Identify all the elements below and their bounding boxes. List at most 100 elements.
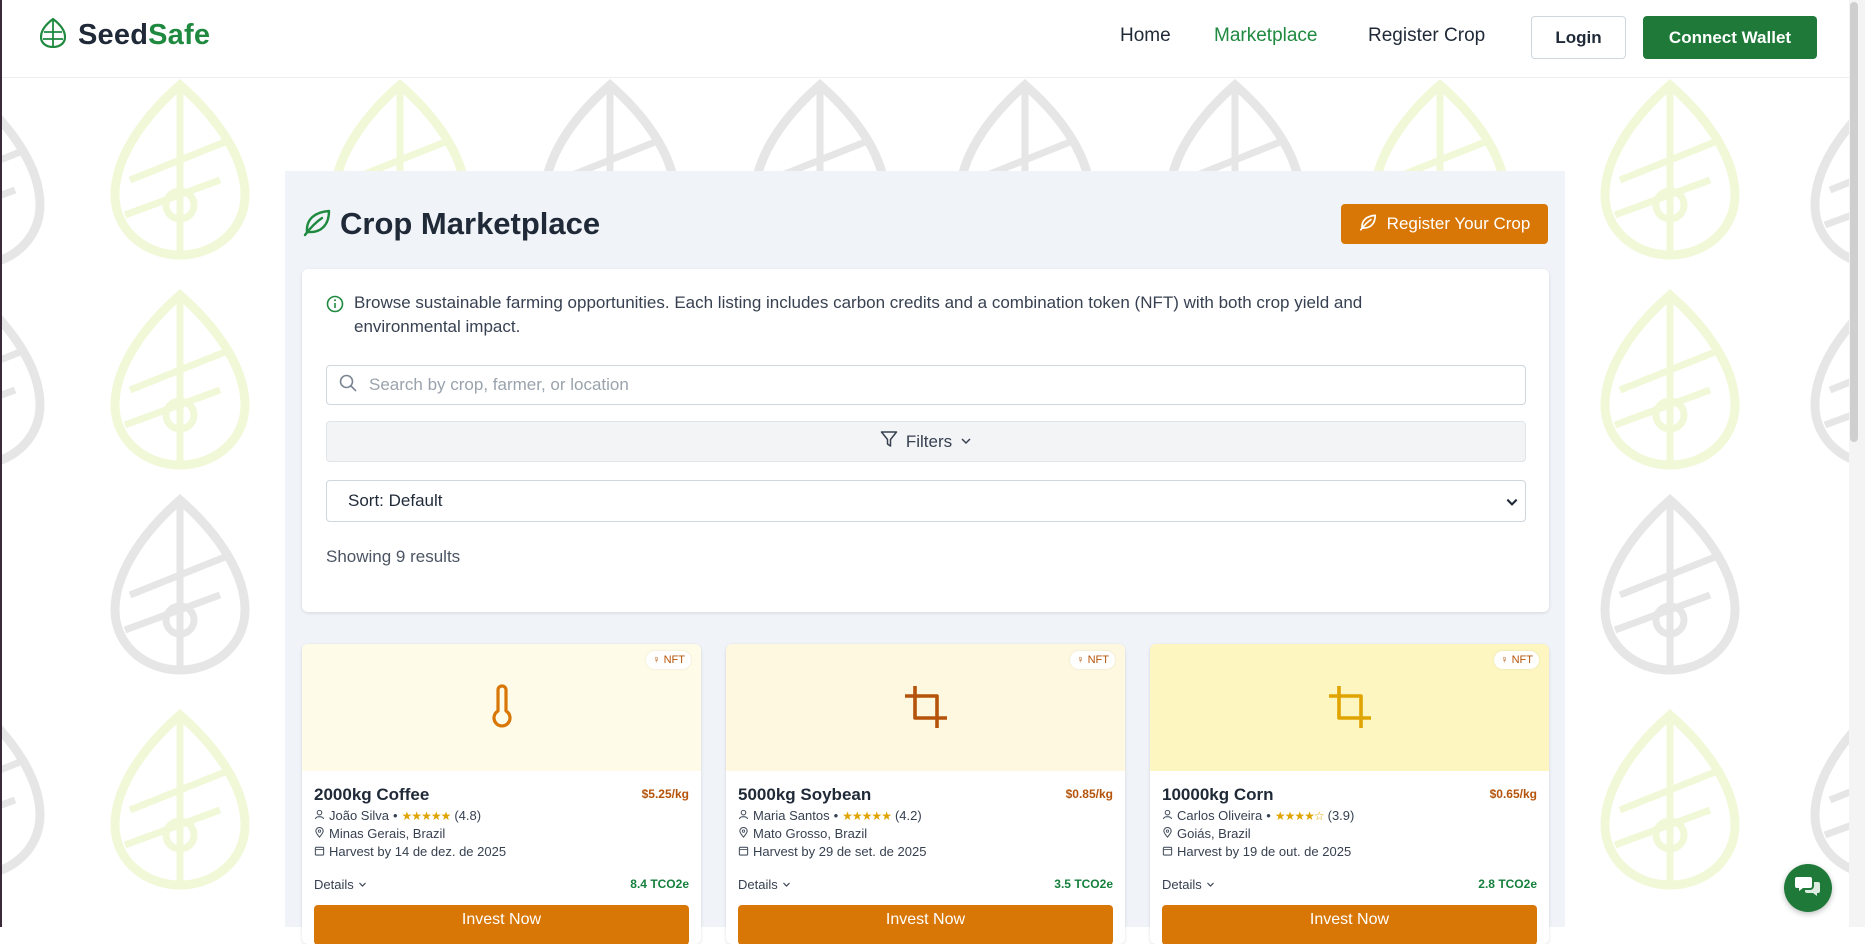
user-icon bbox=[738, 808, 749, 823]
brand-name-safe: Safe bbox=[148, 19, 211, 51]
crop-icon bbox=[1327, 684, 1373, 735]
crop-listing-card[interactable]: ♀ NFT 5000kg Soybean $0.85/kg Maria Santo… bbox=[726, 644, 1125, 944]
page-scrollbar-thumb[interactable] bbox=[1850, 2, 1858, 442]
login-button[interactable]: Login bbox=[1531, 16, 1626, 59]
listing-title: 2000kg Coffee bbox=[314, 785, 430, 804]
rating-value: (4.8) bbox=[454, 808, 482, 823]
brand-name-seed: Seed bbox=[78, 19, 149, 51]
invest-now-button[interactable]: Invest Now bbox=[1162, 905, 1537, 944]
leaf-icon bbox=[1359, 213, 1377, 236]
rating-value: (3.9) bbox=[1327, 808, 1355, 823]
invest-now-button[interactable]: Invest Now bbox=[738, 905, 1113, 944]
carbon-credits: 8.4 TCO2e bbox=[630, 877, 689, 891]
listing-harvest-date: Harvest by 19 de out. de 2025 bbox=[1177, 844, 1352, 859]
nft-badge: ♀ NFT bbox=[1070, 651, 1115, 669]
listing-title: 10000kg Corn bbox=[1162, 785, 1274, 804]
listing-image-area: ♀ NFT bbox=[1150, 644, 1549, 771]
window-edge bbox=[0, 0, 2, 927]
info-icon bbox=[326, 295, 344, 339]
crop-listing-card[interactable]: ♀ NFT 2000kg Coffee $5.25/kg João Silva •… bbox=[302, 644, 701, 944]
listing-location-row: Goiás, Brazil bbox=[1162, 826, 1251, 841]
chevron-down-icon bbox=[782, 877, 791, 892]
nav-link-home[interactable]: Home bbox=[1120, 25, 1171, 47]
rating-stars: ★★★★☆ bbox=[1274, 808, 1325, 823]
thermometer-icon bbox=[479, 684, 525, 735]
listing-image-area: ♀ NFT bbox=[302, 644, 701, 771]
chevron-down-icon bbox=[358, 877, 367, 892]
calendar-icon bbox=[314, 844, 325, 859]
map-pin-icon bbox=[738, 826, 749, 841]
search-input[interactable] bbox=[367, 374, 1491, 396]
connect-wallet-button[interactable]: Connect Wallet bbox=[1643, 16, 1817, 59]
rating-stars: ★★★★★ bbox=[842, 808, 892, 823]
rating-stars: ★★★★★ bbox=[401, 808, 452, 823]
listing-farmer-row: Maria Santos • ★★★★★ (4.2) bbox=[738, 808, 922, 823]
carbon-credits: 2.8 TCO2e bbox=[1478, 877, 1537, 891]
chevron-down-icon bbox=[1206, 877, 1215, 892]
results-count: Showing 9 results bbox=[326, 547, 461, 566]
nft-badge: ♀ NFT bbox=[646, 651, 691, 669]
award-icon: ♀ bbox=[652, 654, 661, 666]
listing-farmer-row: João Silva • ★★★★★ (4.8) bbox=[314, 808, 481, 823]
listing-location: Minas Gerais, Brazil bbox=[329, 826, 446, 841]
listing-title: 5000kg Soybean bbox=[738, 785, 872, 804]
details-toggle[interactable]: Details bbox=[314, 877, 367, 892]
search-icon bbox=[339, 374, 357, 397]
brand-logo[interactable]: SeedSafe bbox=[39, 17, 211, 53]
nav-link-register-crop[interactable]: Register Crop bbox=[1368, 25, 1485, 47]
chevron-down-icon bbox=[960, 432, 972, 452]
register-your-crop-button[interactable]: Register Your Crop bbox=[1341, 204, 1548, 244]
details-toggle[interactable]: Details bbox=[738, 877, 791, 892]
farmer-name[interactable]: Maria Santos bbox=[753, 808, 830, 823]
marketplace-panel: Crop Marketplace Register Your Crop Brow… bbox=[285, 171, 1565, 944]
sort-select[interactable]: Sort: Default bbox=[326, 480, 1526, 522]
chat-button[interactable] bbox=[1784, 864, 1832, 912]
page-header: Crop Marketplace bbox=[302, 206, 600, 242]
top-navbar: SeedSafe Home Marketplace Register Crop … bbox=[0, 0, 1865, 78]
chevron-down-icon bbox=[1505, 494, 1519, 514]
rating-value: (4.2) bbox=[894, 808, 922, 823]
listing-price: $5.25/kg bbox=[641, 787, 689, 801]
filter-funnel-icon bbox=[880, 430, 898, 453]
listing-price: $0.85/kg bbox=[1065, 787, 1113, 801]
carbon-credits: 3.5 TCO2e bbox=[1054, 877, 1113, 891]
listing-harvest-row: Harvest by 29 de set. de 2025 bbox=[738, 844, 926, 859]
filters-label: Filters bbox=[905, 431, 953, 451]
listing-location-row: Minas Gerais, Brazil bbox=[314, 826, 445, 841]
crop-listing-card[interactable]: ♀ NFT 10000kg Corn $0.65/kg Carlos Olivei… bbox=[1150, 644, 1549, 944]
listing-harvest-date: Harvest by 14 de dez. de 2025 bbox=[329, 844, 507, 859]
farmer-name[interactable]: Carlos Oliveira bbox=[1177, 808, 1262, 823]
info-banner: Browse sustainable farming opportunities… bbox=[326, 291, 1466, 339]
award-icon: ♀ bbox=[1500, 654, 1509, 666]
leaf-globe-icon bbox=[39, 17, 67, 53]
listing-location-row: Mato Grosso, Brazil bbox=[738, 826, 867, 841]
search-filter-card: Browse sustainable farming opportunities… bbox=[302, 269, 1549, 612]
search-box[interactable] bbox=[326, 365, 1526, 405]
farmer-name[interactable]: João Silva bbox=[329, 808, 389, 823]
listing-farmer-row: Carlos Oliveira • ★★★★☆ (3.9) bbox=[1162, 808, 1354, 823]
page-title: Crop Marketplace bbox=[340, 206, 601, 241]
register-your-crop-label: Register Your Crop bbox=[1386, 214, 1531, 233]
calendar-icon bbox=[1162, 844, 1173, 859]
award-icon: ♀ bbox=[1076, 654, 1085, 666]
listing-location: Goiás, Brazil bbox=[1177, 826, 1251, 841]
listing-location: Mato Grosso, Brazil bbox=[753, 826, 868, 841]
calendar-icon bbox=[738, 844, 749, 859]
info-text: Browse sustainable farming opportunities… bbox=[354, 293, 1363, 336]
crop-icon bbox=[903, 684, 949, 735]
leaf-icon bbox=[302, 207, 332, 242]
map-pin-icon bbox=[1162, 826, 1173, 841]
invest-now-button[interactable]: Invest Now bbox=[314, 905, 689, 944]
filters-toggle-button[interactable]: Filters bbox=[326, 421, 1526, 462]
listing-harvest-date: Harvest by 29 de set. de 2025 bbox=[753, 844, 927, 859]
listing-image-area: ♀ NFT bbox=[726, 644, 1125, 771]
user-icon bbox=[314, 808, 325, 823]
listing-price: $0.65/kg bbox=[1489, 787, 1537, 801]
listing-harvest-row: Harvest by 19 de out. de 2025 bbox=[1162, 844, 1351, 859]
user-icon bbox=[1162, 808, 1173, 823]
sort-selected-value: Sort: Default bbox=[348, 491, 443, 510]
nav-link-marketplace[interactable]: Marketplace bbox=[1214, 25, 1318, 47]
nft-badge: ♀ NFT bbox=[1494, 651, 1539, 669]
details-toggle[interactable]: Details bbox=[1162, 877, 1215, 892]
chat-bubbles-icon bbox=[1795, 874, 1821, 903]
